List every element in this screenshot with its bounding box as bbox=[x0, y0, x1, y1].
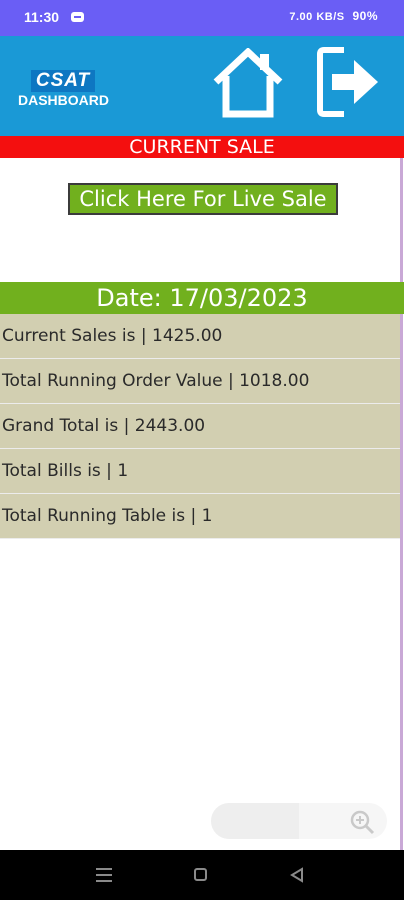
system-nav-bar bbox=[0, 850, 404, 900]
stat-current-sales: Current Sales is | 1425.00 bbox=[0, 314, 400, 359]
battery-level: 90% bbox=[352, 9, 378, 23]
stat-running-order-value: Total Running Order Value | 1018.00 bbox=[0, 359, 400, 404]
date-banner: Date: 17/03/2023 bbox=[0, 282, 404, 314]
back-icon[interactable] bbox=[289, 867, 305, 883]
recent-apps-icon[interactable] bbox=[96, 868, 112, 882]
signal-info: 7.00 KB/S bbox=[289, 11, 345, 23]
live-sale-button[interactable]: Click Here For Live Sale bbox=[68, 183, 338, 215]
stats-list: Current Sales is | 1425.00 Total Running… bbox=[0, 314, 400, 539]
logo-csat: CSAT bbox=[31, 70, 95, 92]
home-icon bbox=[213, 47, 283, 118]
zoom-out-button[interactable] bbox=[211, 803, 299, 839]
status-time: 11:30 bbox=[24, 9, 60, 25]
zoom-control[interactable] bbox=[211, 803, 387, 839]
scrollbar[interactable] bbox=[400, 158, 403, 850]
logo-dashboard: DASHBOARD bbox=[18, 92, 109, 108]
app-logo: CSAT DASHBOARD bbox=[18, 70, 113, 114]
logout-button[interactable] bbox=[316, 46, 380, 118]
stat-running-tables: Total Running Table is | 1 bbox=[0, 494, 400, 539]
message-icon bbox=[71, 12, 84, 22]
stat-grand-total: Grand Total is | 2443.00 bbox=[0, 404, 400, 449]
logout-icon bbox=[317, 47, 378, 117]
zoom-in-icon[interactable] bbox=[349, 809, 375, 835]
nav-home-icon[interactable] bbox=[194, 868, 207, 881]
page-title: CURRENT SALE bbox=[0, 136, 404, 158]
status-bar: 11:30 7.00 KB/S 90% bbox=[0, 0, 404, 36]
home-button[interactable] bbox=[212, 47, 284, 118]
status-indicators: 7.00 KB/S 90% bbox=[289, 9, 378, 23]
stat-total-bills: Total Bills is | 1 bbox=[0, 449, 400, 494]
